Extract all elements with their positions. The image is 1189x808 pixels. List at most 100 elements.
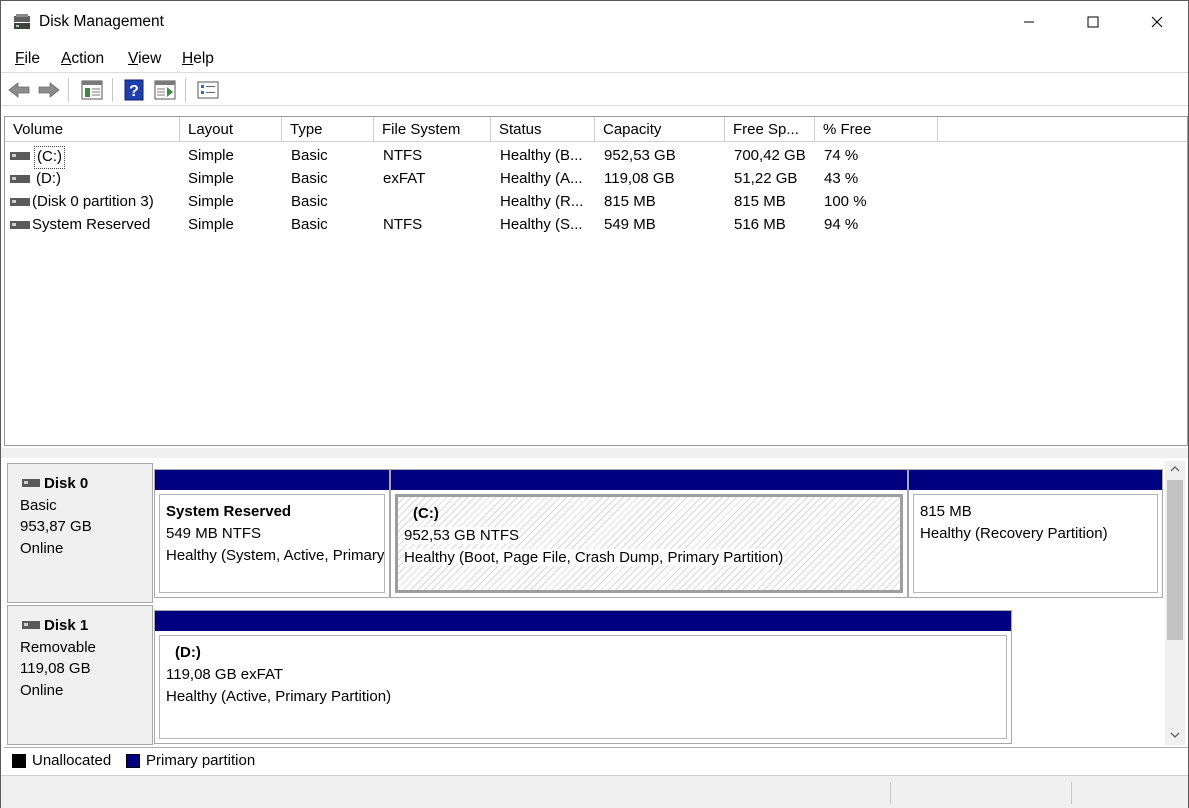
disk-1-type: Removable [20,638,96,656]
disk-1-label[interactable]: Disk 1 Removable 119,08 GB Online [7,605,153,745]
partition-status: Healthy (Recovery Partition) [920,525,1108,542]
partition-size-fs: 119,08 GB exFAT [166,666,284,683]
legend-label: Primary partition [146,752,256,769]
menu-help[interactable]: Help [182,50,214,68]
disk-0-label[interactable]: Disk 0 Basic 953,87 GB Online [7,463,153,603]
volume-layout: Simple [188,216,234,233]
console-tree-button[interactable] [153,78,177,102]
volume-name: (D:) [36,170,61,187]
column-header-type[interactable]: Type [282,117,374,142]
menu-file[interactable]: File [15,50,40,68]
volume-name: System Reserved [32,216,151,233]
column-header-layout[interactable]: Layout [180,117,282,142]
volume-row[interactable]: System Reserved Simple Basic NTFS Health… [5,213,1187,236]
volume-status: Healthy (A... [500,170,583,187]
primary-partition-bar [909,470,1162,490]
scroll-down-icon[interactable] [1170,731,1180,739]
column-header-volume[interactable]: Volume [5,117,180,142]
close-icon [1151,16,1163,28]
scroll-up-icon[interactable] [1170,465,1180,473]
disk-icon [22,479,40,487]
partition-status: Healthy (Active, Primary Partition) [166,688,392,705]
partition-size-fs: 815 MB [920,503,972,520]
volume-free-space: 516 MB [734,216,786,233]
volume-name: (C:) [34,146,65,169]
volume-row[interactable]: (D:) Simple Basic exFAT Healthy (A... 11… [5,167,1187,190]
help-icon: ? [124,79,144,101]
disk-pane-scrollbar[interactable] [1165,461,1185,745]
partition-recovery[interactable]: 815 MB Healthy (Recovery Partition) [908,469,1163,598]
scroll-thumb[interactable] [1167,480,1183,640]
disk-icon [22,621,40,629]
disk-1-name: Disk 1 [44,617,89,634]
volume-name: (Disk 0 partition 3) [32,193,154,210]
partition-name: (C:) [413,505,439,522]
volume-free-space: 51,22 GB [734,170,798,187]
volume-list-header: Volume Layout Type File System Status Ca… [5,117,1187,142]
column-header-capacity[interactable]: Capacity [595,117,725,142]
legend-unallocated: Unallocated [12,752,111,769]
volume-type: Basic [291,147,328,164]
minimize-icon [1024,21,1034,23]
volume-file-system: NTFS [383,147,423,164]
partition-details: System Reserved 549 MB NTFS Healthy (Sys… [159,494,385,593]
primary-partition-bar [391,470,907,490]
close-button[interactable] [1125,1,1189,43]
volume-status: Healthy (S... [500,216,583,233]
legend-primary-partition: Primary partition [126,752,255,769]
minimize-button[interactable] [997,1,1061,43]
disk-management-window: Disk Management File Action View Help ? [0,0,1189,808]
unallocated-swatch [12,753,26,768]
properties-panel-icon [81,80,103,100]
forward-arrow-icon [38,82,60,98]
partition-d-drive[interactable]: (D:) 119,08 GB exFAT Healthy (Active, Pr… [154,610,1012,744]
primary-partition-swatch [126,753,140,768]
title-bar[interactable]: Disk Management [1,1,1188,43]
partition-name: (D:) [175,644,201,661]
help-button[interactable]: ? [122,78,146,102]
disk-1-size: 119,08 GB [20,660,91,677]
toolbar-separator [68,78,69,102]
status-bar [1,775,1188,808]
volume-type: Basic [291,193,328,210]
partition-size-fs: 549 MB NTFS [166,525,262,542]
legend-label: Unallocated [32,752,112,769]
partition-system-reserved[interactable]: System Reserved 549 MB NTFS Healthy (Sys… [154,469,390,598]
volume-status: Healthy (B... [500,147,583,164]
back-arrow-icon [8,82,30,98]
partition-c-drive[interactable]: (C:) 952,53 GB NTFS Healthy (Boot, Page … [390,469,908,598]
status-separator [890,782,891,804]
column-header-file-system[interactable]: File System [374,117,491,142]
pane-splitter[interactable] [1,448,1188,458]
forward-button[interactable] [37,78,61,102]
back-button[interactable] [7,78,31,102]
disk-management-app-icon [14,14,30,29]
column-header-free-space[interactable]: Free Sp... [725,117,815,142]
volume-row[interactable]: (Disk 0 partition 3) Simple Basic Health… [5,190,1187,213]
partition-name: System Reserved [166,503,292,520]
properties-button[interactable] [80,78,104,102]
status-separator [1071,782,1072,804]
volume-row[interactable]: (C:) Simple Basic NTFS Healthy (B... 952… [5,144,1187,169]
volume-layout: Simple [188,170,234,187]
partition-size-fs: 952,53 GB NTFS [404,527,520,544]
volume-percent-free: 100 % [824,193,867,210]
menu-bar: File Action View Help [1,45,1188,73]
menu-view[interactable]: View [128,50,161,68]
drive-icon [10,221,30,229]
volume-free-space: 815 MB [734,193,786,210]
disk-name: Disk 1 [20,615,140,637]
partition-details: 815 MB Healthy (Recovery Partition) [913,494,1158,593]
volume-capacity: 952,53 GB [604,147,676,164]
drive-icon [10,175,30,183]
column-header-status[interactable]: Status [491,117,595,142]
menu-action[interactable]: Action [61,50,104,68]
column-header-percent-free[interactable]: % Free [815,117,938,142]
checklist-button[interactable] [196,78,220,102]
primary-partition-bar [155,611,1011,631]
volume-capacity: 815 MB [604,193,656,210]
volume-percent-free: 94 % [824,216,859,233]
toolbar-separator [185,78,186,102]
checklist-icon [197,81,219,99]
maximize-button[interactable] [1061,1,1125,43]
